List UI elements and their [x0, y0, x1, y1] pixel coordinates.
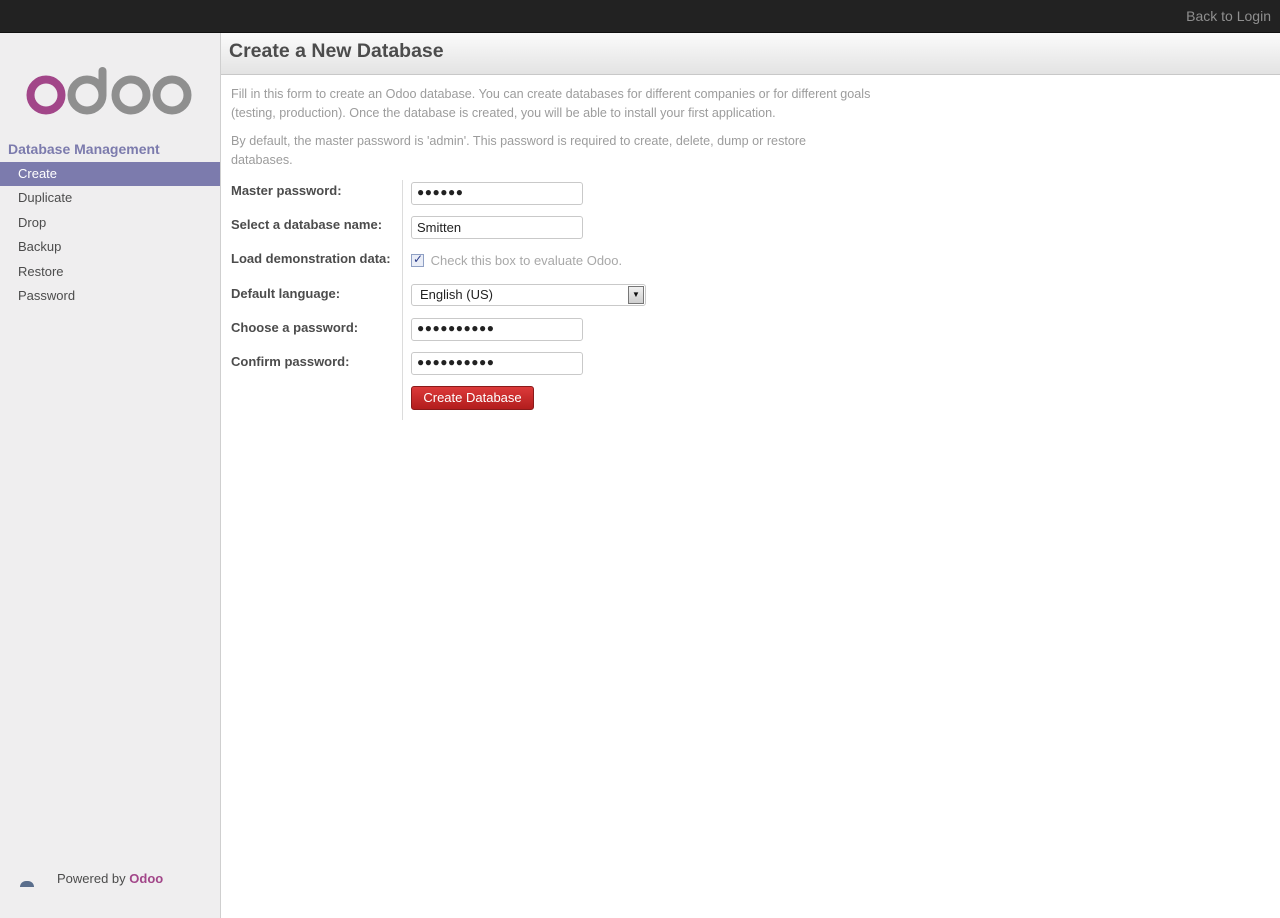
logo-d-bowl — [67, 75, 107, 115]
form-divider — [402, 180, 403, 420]
logo-o-purple — [26, 75, 66, 115]
page-title: Create a New Database — [229, 40, 444, 62]
logo-o-gray-2 — [152, 75, 192, 115]
master-password-input[interactable]: ●●●●●● — [411, 182, 583, 205]
confirm-password-input[interactable]: ●●●●●●●●●● — [411, 352, 583, 375]
powered-by-prefix: Powered by — [57, 871, 126, 886]
demo-data-row: Check this box to evaluate Odoo. — [411, 252, 623, 268]
sidebar-item-password[interactable]: Password — [0, 284, 220, 308]
sidebar: Database Management Create Duplicate Dro… — [0, 33, 221, 918]
language-label: Default language: — [231, 286, 341, 301]
powered-by: Powered by Odoo — [57, 871, 163, 886]
language-selected-value: English (US) — [420, 287, 493, 302]
db-name-input[interactable]: Smitten — [411, 216, 583, 239]
demo-data-label: Load demonstration data: — [231, 251, 391, 266]
odoo-logo — [26, 67, 192, 115]
confirm-password-label: Confirm password: — [231, 354, 350, 369]
top-bar: Back to Login — [0, 0, 1280, 33]
intro-text: Fill in this form to create an Odoo data… — [231, 87, 871, 120]
language-select[interactable]: English (US) ▼ — [411, 284, 646, 306]
db-name-label: Select a database name: — [231, 217, 383, 232]
sidebar-item-restore[interactable]: Restore — [0, 260, 220, 284]
powered-by-odoo-link[interactable]: Odoo — [129, 871, 163, 886]
back-to-login-link[interactable]: Back to Login — [1186, 8, 1271, 24]
page-header: Create a New Database — [221, 33, 1280, 75]
sidebar-item-duplicate[interactable]: Duplicate — [0, 186, 220, 210]
sidebar-item-create[interactable]: Create — [0, 162, 220, 187]
password-input[interactable]: ●●●●●●●●●● — [411, 318, 583, 341]
demo-data-hint: Check this box to evaluate Odoo. — [430, 253, 623, 268]
sidebar-title: Database Management — [8, 141, 160, 157]
password-label: Choose a password: — [231, 320, 359, 335]
master-password-label: Master password: — [231, 183, 342, 198]
master-password-note: By default, the master password is 'admi… — [231, 134, 807, 167]
demo-data-checkbox[interactable] — [411, 252, 424, 267]
sidebar-item-drop[interactable]: Drop — [0, 211, 220, 235]
powered-by-icon — [20, 881, 34, 887]
sidebar-item-backup[interactable]: Backup — [0, 235, 220, 259]
sidebar-menu: Create Duplicate Drop Backup Restore Pas… — [0, 162, 220, 308]
chevron-down-icon[interactable]: ▼ — [628, 286, 644, 304]
logo-o-gray-1 — [111, 75, 151, 115]
create-database-button[interactable]: Create Database — [411, 386, 534, 410]
